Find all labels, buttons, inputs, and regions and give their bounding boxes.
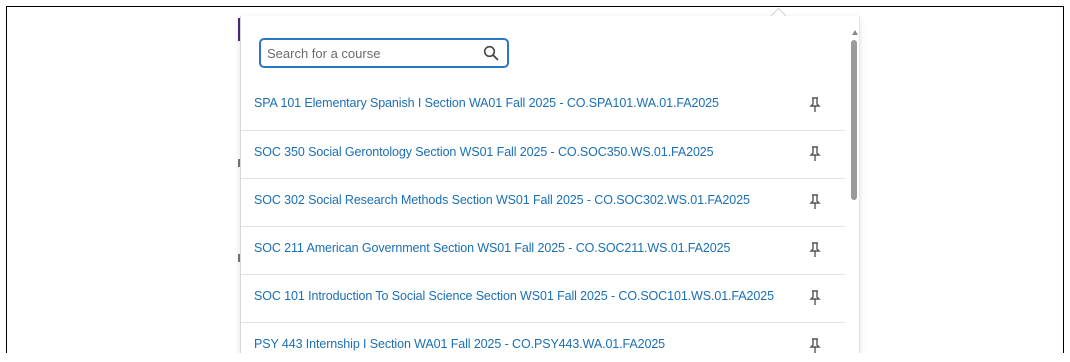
- scrollbar-thumb[interactable]: [851, 40, 857, 200]
- course-list: SPA 101 Elementary Spanish I Section WA0…: [241, 82, 845, 353]
- course-search-input[interactable]: [267, 43, 477, 63]
- course-selector-dropdown: SPA 101 Elementary Spanish I Section WA0…: [240, 7, 860, 353]
- course-list-item: SOC 350 Social Gerontology Section WS01 …: [241, 130, 845, 178]
- pin-icon[interactable]: [809, 194, 821, 210]
- course-link[interactable]: SOC 350 Social Gerontology Section WS01 …: [254, 145, 714, 159]
- course-link[interactable]: SOC 211 American Government Section WS01…: [254, 241, 730, 255]
- course-list-item: PSY 443 Internship I Section WA01 Fall 2…: [241, 322, 845, 353]
- course-link[interactable]: SPA 101 Elementary Spanish I Section WA0…: [254, 96, 719, 110]
- pin-icon[interactable]: [809, 97, 821, 113]
- pin-icon[interactable]: [809, 290, 821, 306]
- pin-icon[interactable]: [809, 242, 821, 258]
- course-list-item: SOC 101 Introduction To Social Science S…: [241, 274, 845, 322]
- chevron-up-icon[interactable]: [852, 30, 858, 35]
- course-search-box[interactable]: [259, 38, 509, 68]
- course-link[interactable]: PSY 443 Internship I Section WA01 Fall 2…: [254, 337, 665, 351]
- page-frame: SPA 101 Elementary Spanish I Section WA0…: [6, 6, 1064, 353]
- course-list-item: SOC 211 American Government Section WS01…: [241, 226, 845, 274]
- search-icon[interactable]: [483, 45, 499, 61]
- pin-icon[interactable]: [809, 338, 821, 353]
- dropdown-caret: [770, 7, 787, 24]
- course-list-item: SOC 302 Social Research Methods Section …: [241, 178, 845, 226]
- course-link[interactable]: SOC 302 Social Research Methods Section …: [254, 193, 750, 207]
- dropdown-scrollbar[interactable]: [851, 16, 859, 353]
- course-list-item: SPA 101 Elementary Spanish I Section WA0…: [241, 82, 845, 130]
- course-link[interactable]: SOC 101 Introduction To Social Science S…: [254, 289, 774, 303]
- pin-icon[interactable]: [809, 146, 821, 162]
